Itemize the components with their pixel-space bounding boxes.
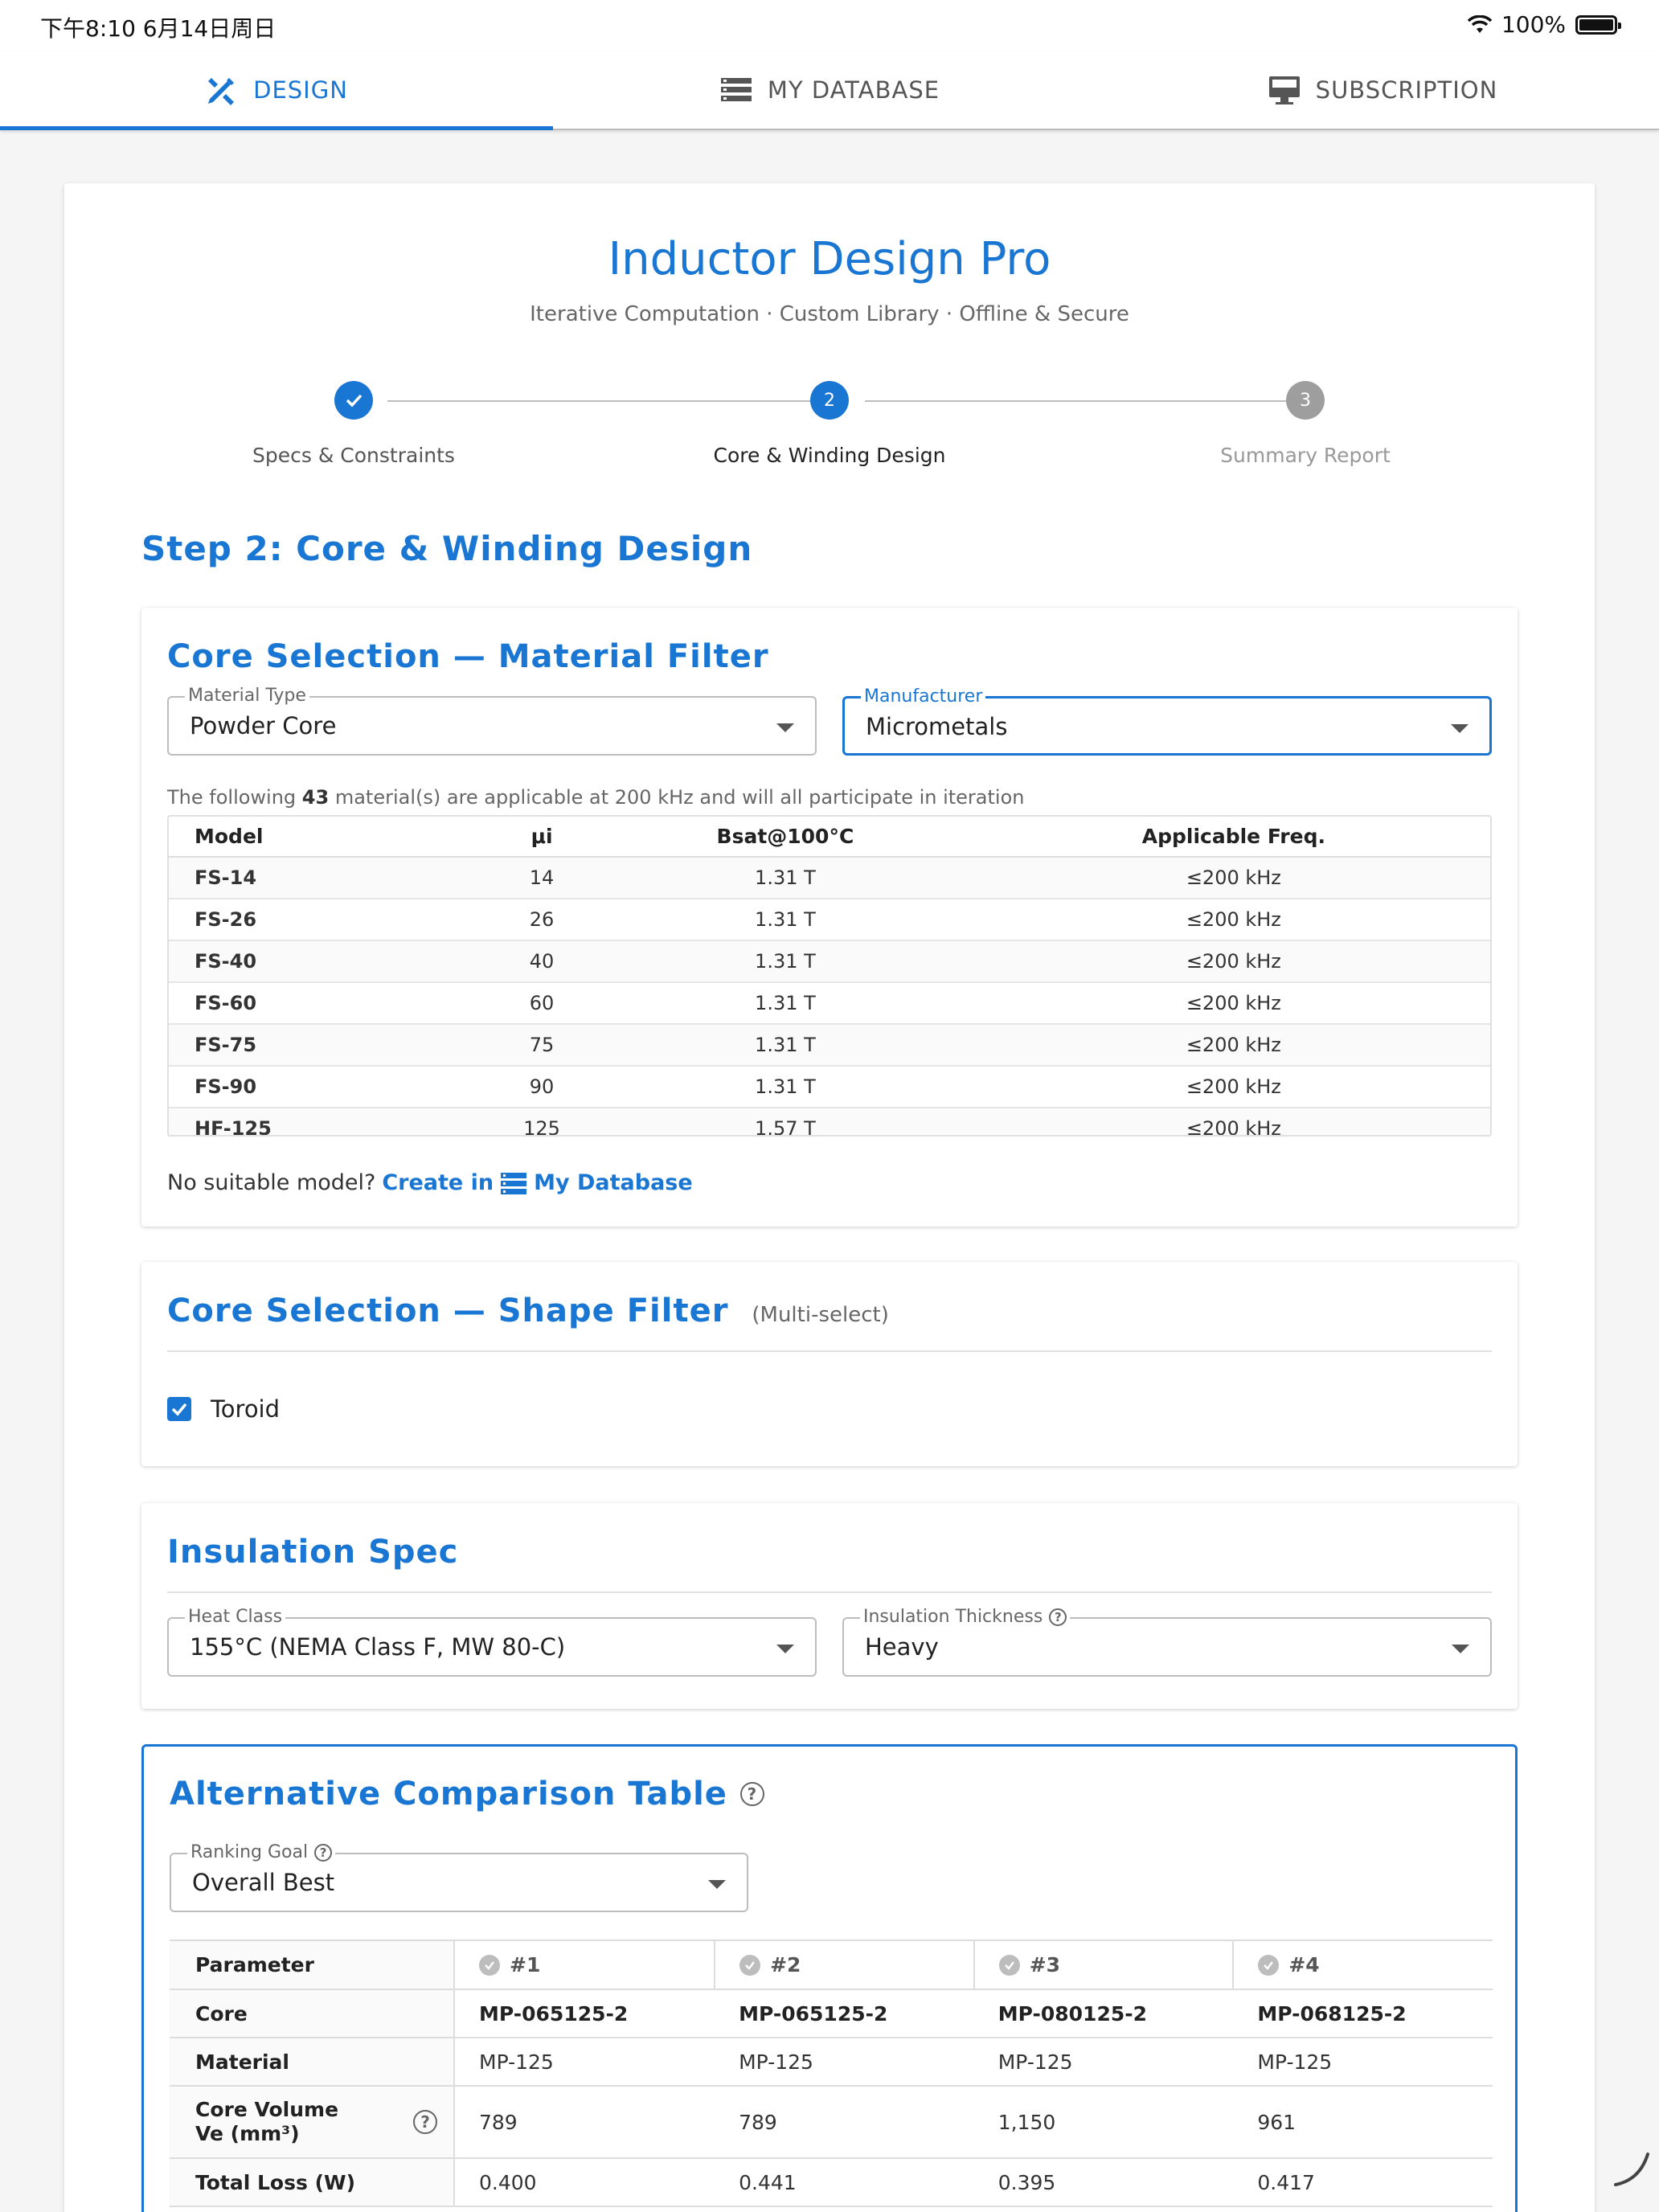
shape-filter-title: Core Selection — Shape Filter (Multi-sel… [167,1292,889,1329]
chevron-down-icon [1452,1645,1469,1653]
material-filter-title: Core Selection — Material Filter [167,638,769,675]
help-icon[interactable]: ? [739,1782,764,1806]
manufacturer-label: Manufacturer [861,686,986,707]
tab-design[interactable]: DESIGN [0,51,553,130]
heat-class-label: Heat Class [185,1607,286,1627]
create-in-database-link[interactable]: Create in My Database [382,1170,692,1195]
insulation-section: Insulation Spec Heat Class 155°C (NEMA C… [141,1503,1518,1709]
status-time: 下午8:10 6月14日周日 [40,15,276,42]
table-row: Core MP-065125-2 MP-065125-2 MP-080125-2… [170,1989,1493,2038]
divider [167,1591,1492,1593]
chevron-down-icon [708,1880,726,1889]
table-row: Core Volume Ve (mm³)? 789 789 1,150 961 [170,2086,1493,2159]
stepper-connector-1 [387,400,842,402]
material-table[interactable]: Model μi Bsat@100°C Applicable Freq. FS-… [167,815,1492,1137]
table-row[interactable]: HF-125 125 1.57 T ≤200 kHz [169,1108,1490,1135]
step-1-completed-icon[interactable] [334,381,373,420]
col-rank-4[interactable]: #4 [1232,1941,1493,1990]
database-list-icon [720,78,752,101]
check-circle-icon [739,1954,761,1976]
table-row[interactable]: FS-40 40 1.31 T ≤200 kHz [169,940,1490,983]
manufacturer-select[interactable]: Manufacturer Micrometals [842,686,1492,756]
comparison-table[interactable]: Parameter #1 #2 #3 #4 Core MP-065125-2 M… [170,1940,1493,2207]
toroid-label: Toroid [211,1395,281,1423]
material-type-select[interactable]: Material Type Powder Core [167,686,817,756]
design-tools-icon [208,78,235,105]
step-2-label: Core & Winding Design [713,444,946,467]
help-icon[interactable]: ? [413,2110,437,2134]
tab-subscription-label: SUBSCRIPTION [1315,76,1498,104]
comparison-section: Alternative Comparison Table ? Ranking G… [141,1744,1518,2212]
material-count: 43 [301,786,330,809]
toroid-checkbox[interactable] [167,1397,191,1421]
wifi-icon [1467,14,1492,33]
col-rank-3[interactable]: #3 [973,1941,1234,1990]
chevron-down-icon [1451,724,1469,733]
check-circle-icon [479,1954,500,1976]
insulation-title: Insulation Spec [167,1534,459,1571]
insulation-thickness-value: Heavy [865,1633,939,1661]
app-title: Inductor Design Pro [608,233,1051,285]
table-row[interactable]: FS-14 14 1.31 T ≤200 kHz [169,857,1490,899]
ranking-goal-select[interactable]: Ranking Goal? Overall Best [170,1842,748,1912]
battery-icon [1575,14,1621,35]
material-hint: The following 43 material(s) are applica… [167,786,1025,809]
tab-subscription[interactable]: SUBSCRIPTION [1106,51,1659,129]
col-bsat: Bsat@100°C [593,817,977,858]
step-heading: Step 2: Core & Winding Design [141,529,753,568]
heat-class-select[interactable]: Heat Class 155°C (NEMA Class F, MW 80-C) [167,1607,817,1677]
table-row[interactable]: FS-60 60 1.31 T ≤200 kHz [169,982,1490,1025]
table-row: Material MP-125 MP-125 MP-125 MP-125 [170,2038,1493,2087]
step-1-label: Specs & Constraints [252,444,455,467]
table-row[interactable]: FS-75 75 1.31 T ≤200 kHz [169,1024,1490,1067]
material-type-value: Powder Core [190,712,337,739]
status-bar: 下午8:10 6月14日周日 100% [0,0,1659,51]
database-list-icon [501,1172,527,1194]
tab-design-label: DESIGN [253,76,348,104]
col-parameter: Parameter [170,1941,455,1990]
resize-handle-icon[interactable] [1611,2148,1651,2188]
tab-my-database[interactable]: MY DATABASE [553,51,1106,129]
app-subtitle: Iterative Computation · Custom Library ·… [530,302,1129,326]
insulation-thickness-label: Insulation Thickness? [860,1607,1071,1627]
battery-percent: 100% [1501,11,1566,38]
stepper-connector-2 [865,400,1320,402]
chevron-down-icon [776,723,794,732]
divider [167,1350,1492,1352]
manufacturer-value: Micrometals [866,713,1008,740]
col-model: Model [169,817,490,858]
subscription-icon [1268,76,1300,104]
col-rank-2[interactable]: #2 [714,1941,974,1990]
check-circle-icon [998,1954,1020,1976]
chevron-down-icon [776,1645,794,1653]
col-rank-1[interactable]: #1 [454,1941,715,1990]
no-model-text: No suitable model? [167,1170,376,1195]
help-icon[interactable]: ? [1049,1608,1067,1626]
insulation-thickness-select[interactable]: Insulation Thickness? Heavy [842,1607,1492,1677]
ranking-goal-value: Overall Best [192,1869,335,1896]
no-model-row: No suitable model? Create in My Database [167,1170,693,1195]
step-3-circle[interactable]: 3 [1286,381,1325,420]
table-row: Total Loss (W) 0.400 0.441 0.395 0.417 [170,2158,1493,2207]
status-right: 100% [1467,11,1621,38]
material-type-label: Material Type [185,686,309,706]
check-icon [171,1403,187,1416]
ranking-goal-label: Ranking Goal? [187,1842,336,1862]
material-filter-section: Core Selection — Material Filter Materia… [141,608,1518,1227]
shape-filter-section: Core Selection — Shape Filter (Multi-sel… [141,1262,1518,1466]
top-tab-bar: DESIGN MY DATABASE SUBSCRIPTION [0,51,1659,130]
table-row[interactable]: FS-90 90 1.31 T ≤200 kHz [169,1066,1490,1108]
table-row[interactable]: FS-26 26 1.31 T ≤200 kHz [169,899,1490,941]
comparison-title: Alternative Comparison Table ? [170,1776,764,1813]
col-freq: Applicable Freq. [977,817,1490,858]
col-mui: μi [490,817,594,858]
help-icon[interactable]: ? [314,1843,333,1862]
check-circle-icon [1258,1954,1280,1976]
heat-class-value: 155°C (NEMA Class F, MW 80-C) [190,1633,566,1661]
tab-my-database-label: MY DATABASE [767,76,940,104]
multi-select-note: (Multi-select) [752,1303,889,1327]
step-2-circle[interactable]: 2 [810,381,849,420]
step-3-label: Summary Report [1220,444,1391,467]
